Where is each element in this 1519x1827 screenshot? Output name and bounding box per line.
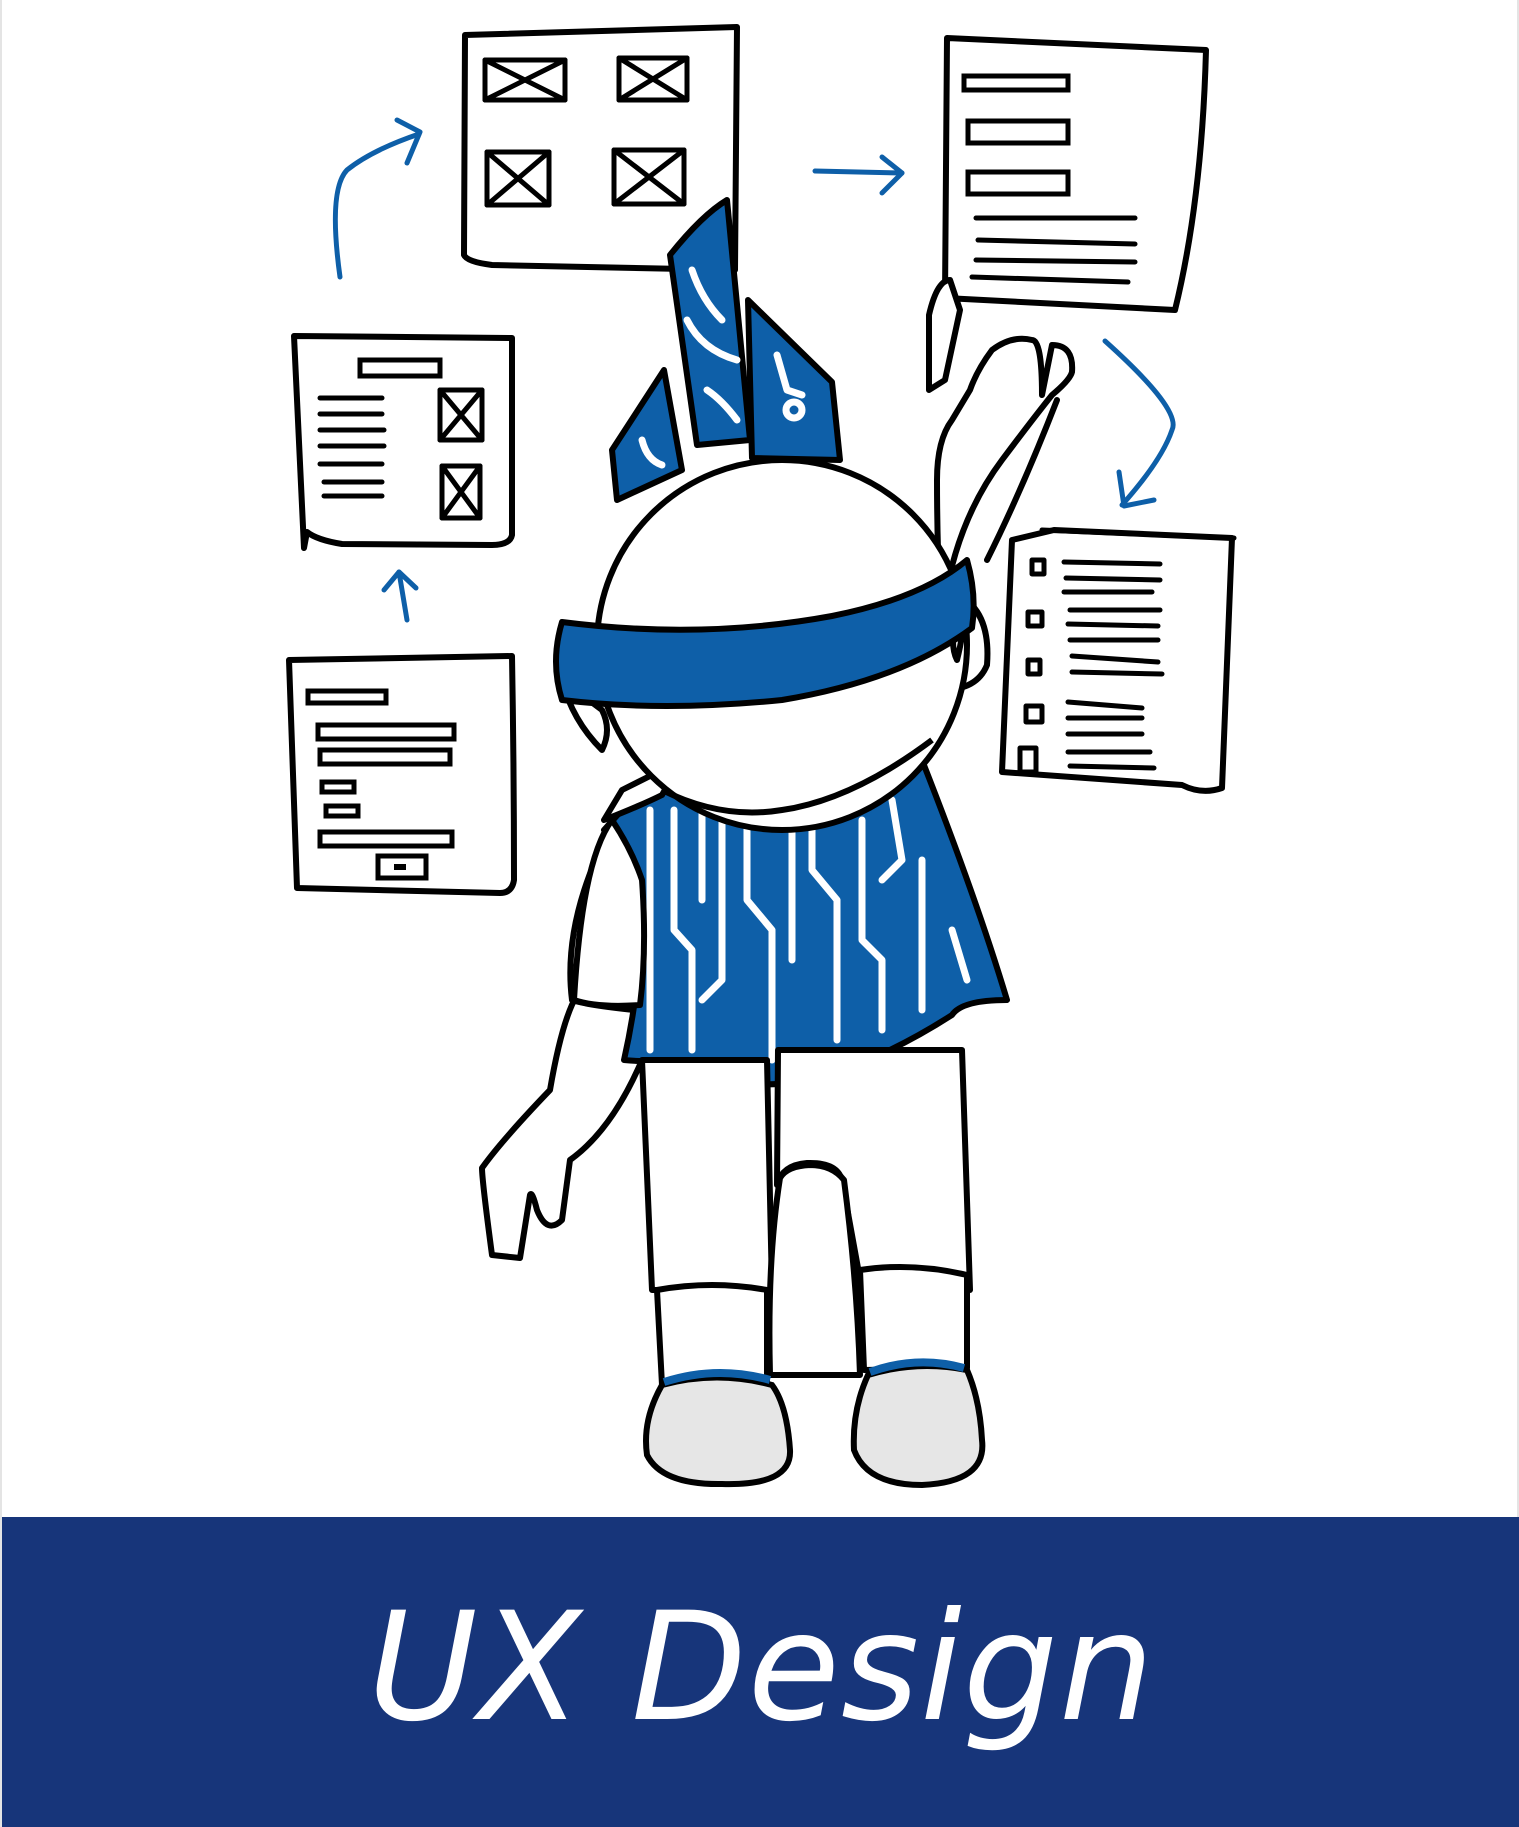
wireframe-sheet-list-icon [942,35,1209,313]
person-figure [479,197,1076,1489]
wireframe-sheet-article-icon [291,333,515,551]
page-title: UX Design [367,1581,1156,1755]
wireframe-sheet-checklist-icon [999,527,1237,794]
title-banner: UX Design [2,1517,1519,1827]
ux-design-illustration [286,24,1237,1489]
wireframe-sheet-form-icon [286,653,517,896]
ux-design-card: UX Design [0,0,1519,1827]
